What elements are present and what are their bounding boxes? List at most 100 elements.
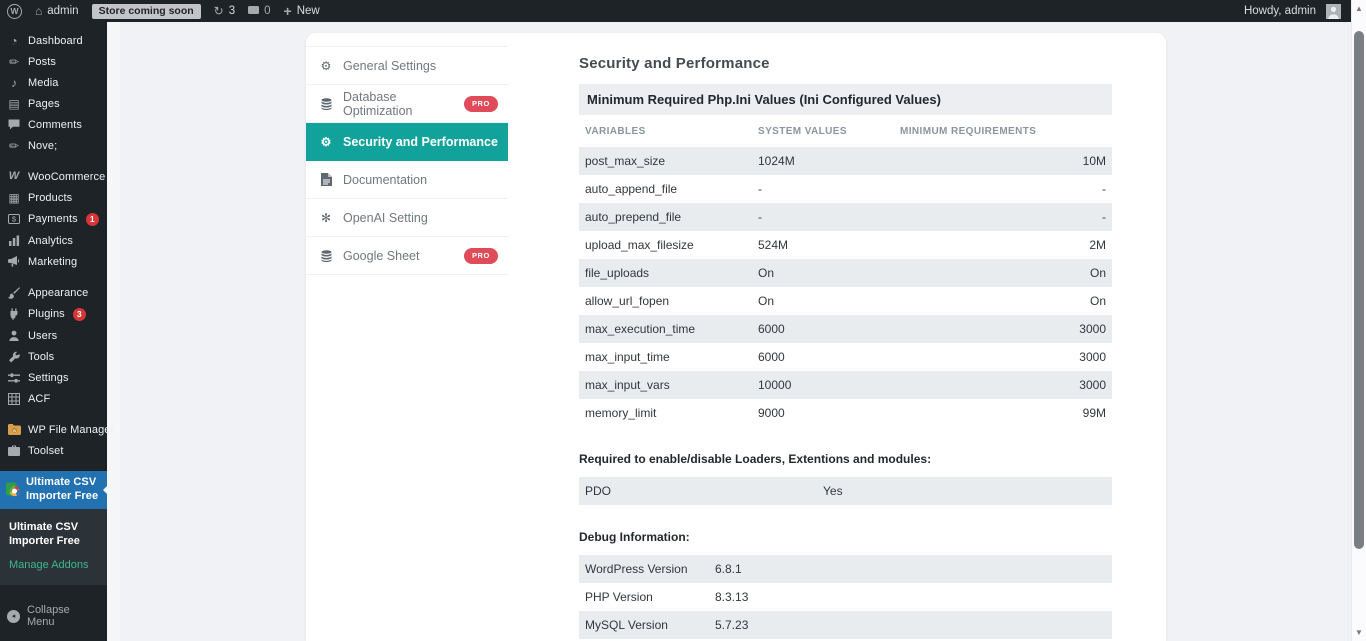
sidebar-item-toolset[interactable]: Toolset: [0, 440, 107, 461]
box-icon: ▦: [7, 192, 21, 204]
sidebar-item-appearance[interactable]: Appearance: [0, 282, 107, 303]
pages-icon: ▤: [7, 98, 21, 110]
sidebar-item-comments[interactable]: Comments: [0, 114, 107, 135]
table-row: max_execution_time60003000: [579, 315, 1112, 343]
value-cell: 6.8.1: [715, 562, 742, 576]
variable-cell: upload_max_filesize: [579, 231, 752, 259]
table-row: upload_max_filesize524M2M: [579, 231, 1112, 259]
table-row: auto_prepend_file--: [579, 203, 1112, 231]
submenu-item-ultimate-csv-importer-free[interactable]: Ultimate CSV Importer Free: [9, 517, 101, 552]
minimum-requirement-cell: 3000: [894, 371, 1112, 399]
key-cell: WordPress Version: [585, 562, 715, 576]
table-row: max_input_vars100003000: [579, 371, 1112, 399]
variable-cell: auto_append_file: [579, 175, 752, 203]
minimum-requirement-cell: On: [894, 259, 1112, 287]
tab-database-optimization[interactable]: Database OptimizationPRO: [306, 85, 508, 123]
sidebar-item-media[interactable]: ♪Media: [0, 72, 107, 93]
sidebar-item-ultimate-csv-importer-free[interactable]: Ultimate CSV Importer Free: [0, 471, 107, 509]
wp-logo-menu[interactable]: W: [7, 4, 22, 19]
new-content-menu[interactable]: + New: [284, 5, 320, 18]
sidebar-item-pages[interactable]: ▤Pages: [0, 93, 107, 114]
sidebar-item-products[interactable]: ▦ Products: [0, 187, 107, 208]
submenu-item-manage-addons[interactable]: Manage Addons: [9, 555, 101, 575]
system-value-cell: 10000: [752, 371, 894, 399]
sidebar-item-plugins[interactable]: Plugins3: [0, 303, 107, 325]
tab-label: Documentation: [343, 173, 427, 187]
sidebar-item-label: ACF: [28, 393, 50, 405]
minimum-requirement-cell: 10M: [894, 147, 1112, 175]
sidebar-item-acf[interactable]: ACF: [0, 388, 107, 409]
settings-content: Security and Performance Minimum Require…: [579, 33, 1112, 641]
openai-icon: ✻: [319, 212, 333, 224]
sidebar-menu: ◔ Dashboard ✏Posts♪Media▤PagesComments✏Nov…: [0, 22, 107, 461]
sidebar-item-tools[interactable]: Tools: [0, 346, 107, 367]
admin-bar-right: Howdy, admin: [1244, 4, 1341, 19]
sidebar-item-nove[interactable]: ✏Nove;: [0, 135, 107, 156]
pin-icon: ✏: [7, 56, 21, 68]
scrollbar[interactable]: ▲ ▼: [1351, 0, 1366, 641]
variable-cell: max_execution_time: [579, 315, 752, 343]
sidebar-item-label: Marketing: [28, 256, 77, 268]
sidebar-item-dashboard[interactable]: ◔ Dashboard: [0, 30, 107, 51]
minimum-requirement-cell: On: [894, 287, 1112, 315]
scrollbar-thumb[interactable]: [1354, 31, 1364, 549]
sidebar-item-label: Dashboard: [28, 35, 83, 47]
table-row: memory_limit900099M: [579, 399, 1112, 427]
sidebar-item-label: Plugins: [28, 308, 65, 320]
variable-cell: allow_url_fopen: [579, 287, 752, 315]
tab-security-and-performance[interactable]: ⚙Security and Performance: [306, 123, 508, 161]
minimum-requirement-cell: 3000: [894, 315, 1112, 343]
tab-label: OpenAI Setting: [343, 211, 428, 225]
table-row: post_max_size1024M10M: [579, 147, 1112, 175]
sliders-icon: [7, 372, 21, 384]
table-row: max_input_time60003000: [579, 343, 1112, 371]
sidebar: ◔ Dashboard ✏Posts♪Media▤PagesComments✏Nov…: [0, 22, 107, 641]
account-menu[interactable]: Howdy, admin: [1244, 4, 1341, 19]
minimum-requirement-cell: 3000: [894, 343, 1112, 371]
loaders-table: PDOYes: [579, 477, 1112, 505]
avatar: [1326, 4, 1341, 19]
admin-bar-left: W ⌂admin Store coming soon ↻3 0 +New: [7, 4, 320, 19]
sidebar-item-label: Products: [28, 192, 72, 204]
sidebar-item-payments[interactable]: $Payments1: [0, 208, 107, 230]
brush-icon: [7, 287, 21, 299]
debug-label: Debug Information:: [579, 530, 1112, 544]
system-value-cell: -: [752, 175, 894, 203]
sidebar-item-users[interactable]: Users: [0, 325, 107, 346]
plus-icon: +: [284, 4, 292, 18]
minimum-requirement-cell: 99M: [894, 399, 1112, 427]
sidebar-item-analytics[interactable]: Analytics: [0, 230, 107, 251]
collapse-menu-button[interactable]: ◂ Collapse Menu: [0, 599, 107, 633]
sidebar-item-posts[interactable]: ✏Posts: [0, 51, 107, 72]
tab-general-settings[interactable]: ⚙General Settings: [306, 47, 508, 85]
scroll-down-arrow[interactable]: ▼: [1352, 628, 1366, 637]
tab-documentation[interactable]: Documentation: [306, 161, 508, 199]
site-name-menu[interactable]: ⌂admin: [35, 5, 79, 17]
gauge-icon: ◔: [7, 35, 21, 47]
debug-table: WordPress Version6.8.1PHP Version8.3.13M…: [579, 555, 1112, 641]
loaders-label: Required to enable/disable Loaders, Exte…: [579, 452, 1112, 466]
minimum-requirement-cell: -: [894, 175, 1112, 203]
sidebar-item-marketing[interactable]: Marketing: [0, 251, 107, 272]
comments-menu[interactable]: 0: [248, 5, 270, 17]
updates-menu[interactable]: ↻3: [214, 5, 235, 17]
table-row: WordPress Version6.8.1: [579, 555, 1112, 583]
scroll-up-arrow[interactable]: ▲: [1352, 4, 1366, 13]
tab-google-sheet[interactable]: Google SheetPRO: [306, 237, 508, 275]
sidebar-submenu: Ultimate CSV Importer Free Manage Addons: [0, 509, 107, 586]
value-cell: 8.3.13: [715, 590, 748, 604]
folder-icon: w: [7, 424, 21, 435]
system-value-cell: 9000: [752, 399, 894, 427]
sidebar-item-settings[interactable]: Settings: [0, 367, 107, 388]
new-label: New: [297, 5, 320, 17]
sidebar-item-wp-file-manager[interactable]: wWP File Manager: [0, 419, 107, 440]
collapse-label: Collapse Menu: [27, 604, 100, 628]
csv-importer-logo-icon: [6, 482, 20, 497]
system-value-cell: 6000: [752, 343, 894, 371]
comment-icon: [248, 6, 259, 14]
pin-icon: ✏: [7, 140, 21, 152]
tab-openai-setting[interactable]: ✻ OpenAI Setting: [306, 199, 508, 237]
megaphone-icon: [7, 256, 21, 267]
sidebar-item-woocommerce[interactable]: WWooCommerce: [0, 166, 107, 187]
plugin-settings-card: ⚙General SettingsDatabase OptimizationPR…: [306, 33, 1166, 641]
